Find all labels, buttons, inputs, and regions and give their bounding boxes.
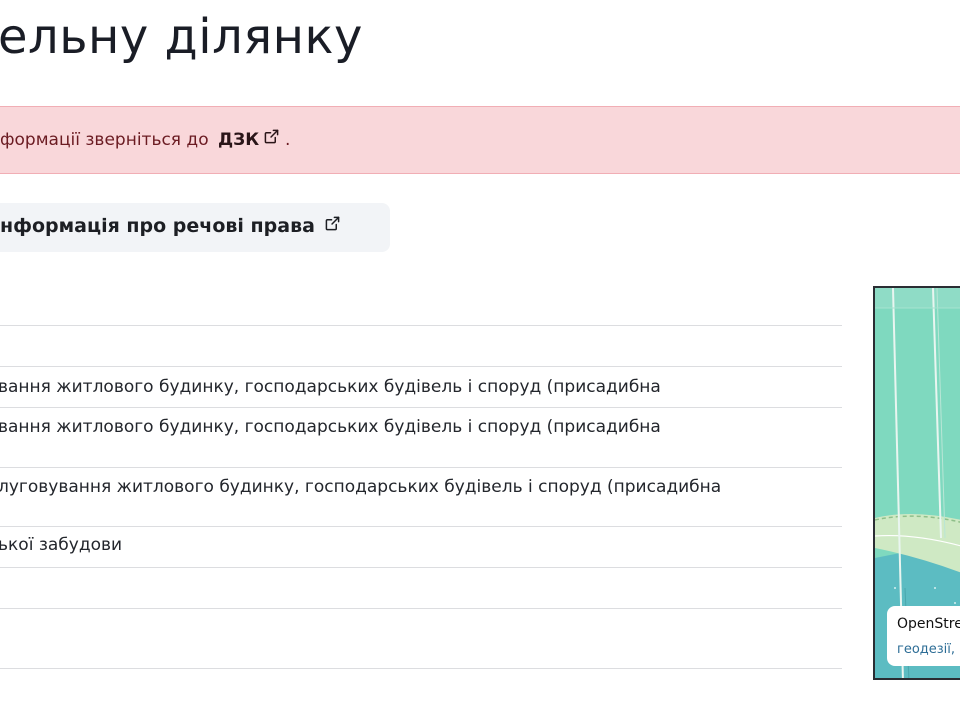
alert-banner: формації зверніться до ДЗК . <box>0 106 960 174</box>
alert-trailing: . <box>285 130 291 150</box>
table-row: луговування житлового будинку, господарс… <box>0 468 842 527</box>
table-row <box>0 286 842 326</box>
external-link-icon <box>264 129 279 144</box>
rights-info-label: нформація про речові права <box>0 215 315 237</box>
attribution-link[interactable]: геодезії, <box>897 642 955 657</box>
page: ельну ділянку формації зверніться до ДЗК… <box>0 0 960 720</box>
parcel-map[interactable]: OpenStre геодезії, <box>873 286 960 680</box>
table-cell: вання житлового будинку, господарських б… <box>0 417 661 437</box>
rights-info-button[interactable]: нформація про речові права <box>0 203 390 252</box>
alert-text: формації зверніться до <box>0 130 209 150</box>
alert-message: формації зверніться до ДЗК . <box>0 129 290 150</box>
parcel-details-table: вання житлового будинку, господарських б… <box>0 286 842 669</box>
dzk-link[interactable]: ДЗК <box>218 129 285 150</box>
table-row: вання житлового будинку, господарських б… <box>0 367 842 408</box>
external-link-icon <box>325 216 340 231</box>
rights-info-label-wrap: нформація про речові права <box>0 215 340 237</box>
map-attribution: OpenStre геодезії, <box>887 606 960 666</box>
dzk-link-label: ДЗК <box>218 130 260 150</box>
table-row <box>0 568 842 609</box>
table-row: ької забудови <box>0 527 842 568</box>
table-cell: луговування житлового будинку, господарс… <box>0 477 722 497</box>
page-title: ельну ділянку <box>0 9 363 65</box>
table-row: вання житлового будинку, господарських б… <box>0 408 842 468</box>
table-row <box>0 326 842 367</box>
table-cell: вання житлового будинку, господарських б… <box>0 377 661 397</box>
table-row <box>0 609 842 669</box>
attribution-title: OpenStre <box>897 616 960 632</box>
table-cell: ької забудови <box>0 535 123 555</box>
